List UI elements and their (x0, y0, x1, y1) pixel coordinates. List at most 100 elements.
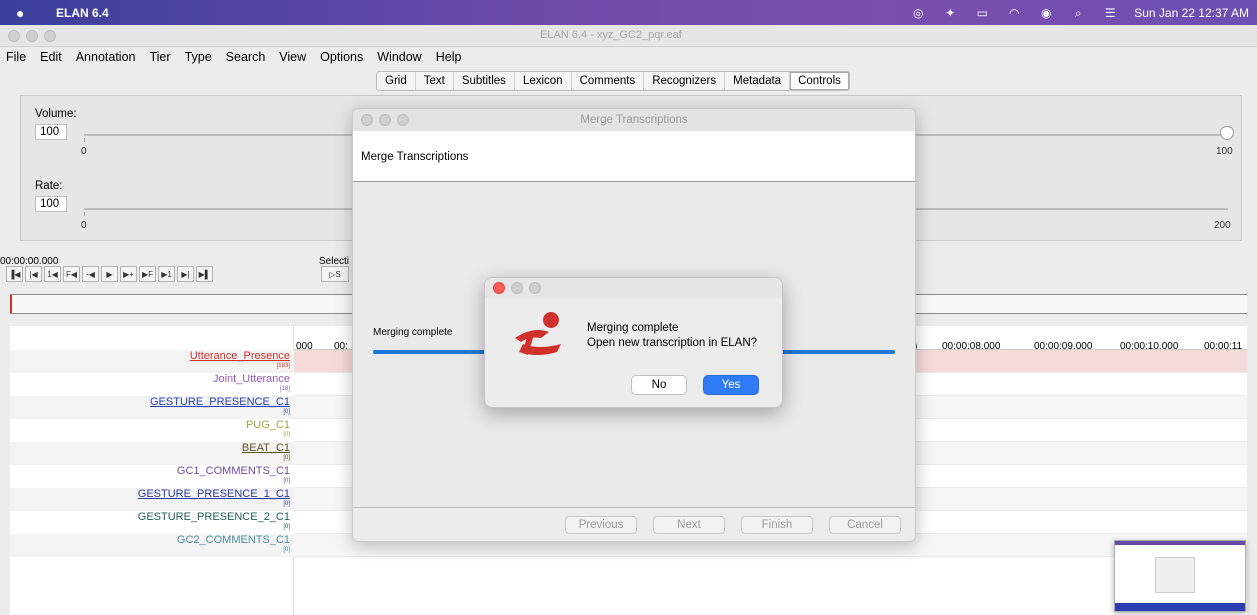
next-button[interactable]: Next (653, 516, 725, 534)
confirm-close-button[interactable] (493, 282, 505, 294)
tier-count: [0] (283, 478, 290, 484)
menu-file[interactable]: File (6, 50, 26, 64)
merge-heading: Merge Transcriptions (361, 151, 469, 163)
tier-name: Utterance_Presence (189, 350, 290, 362)
previous-scroll-button[interactable]: |◀ (25, 266, 42, 282)
next-scroll-button[interactable]: ▶| (177, 266, 194, 282)
finish-button[interactable]: Finish (741, 516, 813, 534)
elan-logo-icon (515, 312, 561, 355)
apple-icon[interactable]: ● (16, 5, 36, 21)
frame-forward-button[interactable]: ▶F (139, 266, 156, 282)
battery-icon[interactable]: ▭ (974, 6, 990, 20)
play-selection-button[interactable]: ▷S (321, 266, 349, 282)
creative-cloud-icon[interactable]: ◎ (910, 6, 926, 20)
user-icon[interactable]: ◉ (1038, 6, 1054, 20)
tier-name: BEAT_C1 (241, 442, 290, 454)
merge-close-button[interactable] (361, 114, 373, 126)
tier-label[interactable]: GESTURE_PRESENCE_1_C1 [0] (10, 488, 294, 511)
volume-max-label: 100 (1216, 146, 1233, 157)
tab-metadata[interactable]: Metadata (725, 72, 791, 90)
go-to-begin-button[interactable]: ▐◀ (6, 266, 23, 282)
tab-text[interactable]: Text (416, 72, 454, 90)
yes-button[interactable]: Yes (703, 375, 759, 395)
volume-input[interactable]: 100 (35, 124, 67, 140)
tier-label[interactable]: Joint_Utterance [18] (10, 373, 294, 396)
screenshot-thumbnail[interactable] (1114, 540, 1246, 612)
volume-label: Volume: (35, 108, 77, 120)
tab-comments[interactable]: Comments (572, 72, 645, 90)
overview-cursor (10, 295, 12, 313)
rate-input[interactable]: 100 (35, 196, 67, 212)
previous-button[interactable]: Previous (565, 516, 637, 534)
menu-search[interactable]: Search (226, 50, 266, 64)
frame-back-button[interactable]: F◀ (63, 266, 80, 282)
merge-window-titlebar: Merge Transcriptions (353, 109, 915, 131)
rate-min-label: 0 (81, 220, 87, 231)
tier-name: GESTURE_PRESENCE_C1 (150, 396, 290, 408)
tier-label[interactable]: PUG_C1 [0] (10, 419, 294, 442)
tab-lexicon[interactable]: Lexicon (515, 72, 572, 90)
tier-name: GESTURE_PRESENCE_2_C1 (137, 511, 290, 523)
tier-label[interactable]: GESTURE_PRESENCE_C1 [0] (10, 396, 294, 419)
menu-edit[interactable]: Edit (40, 50, 62, 64)
tab-grid[interactable]: Grid (377, 72, 416, 90)
app-menubar: File Edit Annotation Tier Type Search Vi… (0, 47, 1257, 67)
window-title: ELAN 6.4 - xyz_GC2_pqr.eaf (540, 29, 682, 41)
window-zoom-button[interactable] (44, 30, 56, 42)
tier-name: GC1_COMMENTS_C1 (176, 465, 290, 477)
step-forward-frame-button[interactable]: ▶1 (158, 266, 175, 282)
menu-type[interactable]: Type (185, 50, 212, 64)
tab-recognizers[interactable]: Recognizers (644, 72, 726, 90)
dropbox-icon[interactable]: ✦ (942, 6, 958, 20)
menu-tier[interactable]: Tier (149, 50, 170, 64)
confirm-zoom-button[interactable] (529, 282, 541, 294)
macos-menu-bar: ● ELAN 6.4 ◎ ✦ ▭ ◠ ◉ ⌕ ☰ Sun Jan 22 12:3… (0, 0, 1257, 25)
tab-controls[interactable]: Controls (790, 72, 849, 90)
cancel-button[interactable]: Cancel (829, 516, 901, 534)
merge-window-title: Merge Transcriptions (580, 114, 688, 126)
tier-count: [0] (283, 524, 290, 530)
merge-header: Merge Transcriptions (353, 131, 915, 182)
control-center-icon[interactable]: ☰ (1102, 6, 1118, 20)
merge-complete-dialog: Merging complete Open new transcription … (484, 277, 783, 408)
merge-minimize-button[interactable] (379, 114, 391, 126)
window-titlebar: ELAN 6.4 - xyz_GC2_pqr.eaf (0, 25, 1257, 47)
volume-tick (84, 138, 85, 142)
tier-label[interactable]: BEAT_C1 [0] (10, 442, 294, 465)
spotlight-search-icon[interactable]: ⌕ (1070, 6, 1086, 20)
no-button[interactable]: No (631, 375, 687, 395)
tier-label[interactable]: Utterance_Presence [183] (10, 350, 294, 373)
tier-label[interactable]: GESTURE_PRESENCE_2_C1 [0] (10, 511, 294, 534)
tier-count: [18] (279, 386, 290, 392)
app-menu-name[interactable]: ELAN 6.4 (56, 6, 109, 20)
go-to-end-button[interactable]: ▶▌ (196, 266, 213, 282)
tier-name: GESTURE_PRESENCE_1_C1 (137, 488, 290, 500)
tier-name: PUG_C1 (245, 419, 290, 431)
tier-label[interactable]: GC2_COMMENTS_C1 [0] (10, 534, 294, 557)
tier-label[interactable]: GC1_COMMENTS_C1 [0] (10, 465, 294, 488)
step-back-button[interactable]: -◀ (82, 266, 99, 282)
step-forward-button[interactable]: ▶+ (120, 266, 137, 282)
window-close-button[interactable] (8, 30, 20, 42)
menu-annotation[interactable]: Annotation (76, 50, 136, 64)
menu-options[interactable]: Options (320, 50, 363, 64)
menu-window[interactable]: Window (377, 50, 421, 64)
thumb-dock (1115, 603, 1245, 611)
menu-view[interactable]: View (279, 50, 306, 64)
rate-max-label: 200 (1214, 220, 1231, 231)
menu-help[interactable]: Help (436, 50, 462, 64)
play-button[interactable]: ▶ (101, 266, 118, 282)
menu-clock[interactable]: Sun Jan 22 12:37 AM (1134, 6, 1249, 20)
wifi-icon[interactable]: ◠ (1006, 6, 1022, 20)
step-back-frame-button[interactable]: 1◀ (44, 266, 61, 282)
confirm-minimize-button[interactable] (511, 282, 523, 294)
confirm-message-title: Merging complete (587, 322, 679, 334)
merge-zoom-button[interactable] (397, 114, 409, 126)
merge-footer: Previous Next Finish Cancel (353, 507, 915, 541)
tier-count: [0] (283, 455, 290, 461)
tab-subtitles[interactable]: Subtitles (454, 72, 515, 90)
window-minimize-button[interactable] (26, 30, 38, 42)
tier-name: GC2_COMMENTS_C1 (176, 534, 290, 546)
tier-count: [0] (283, 432, 290, 438)
volume-slider-knob[interactable] (1220, 126, 1234, 140)
